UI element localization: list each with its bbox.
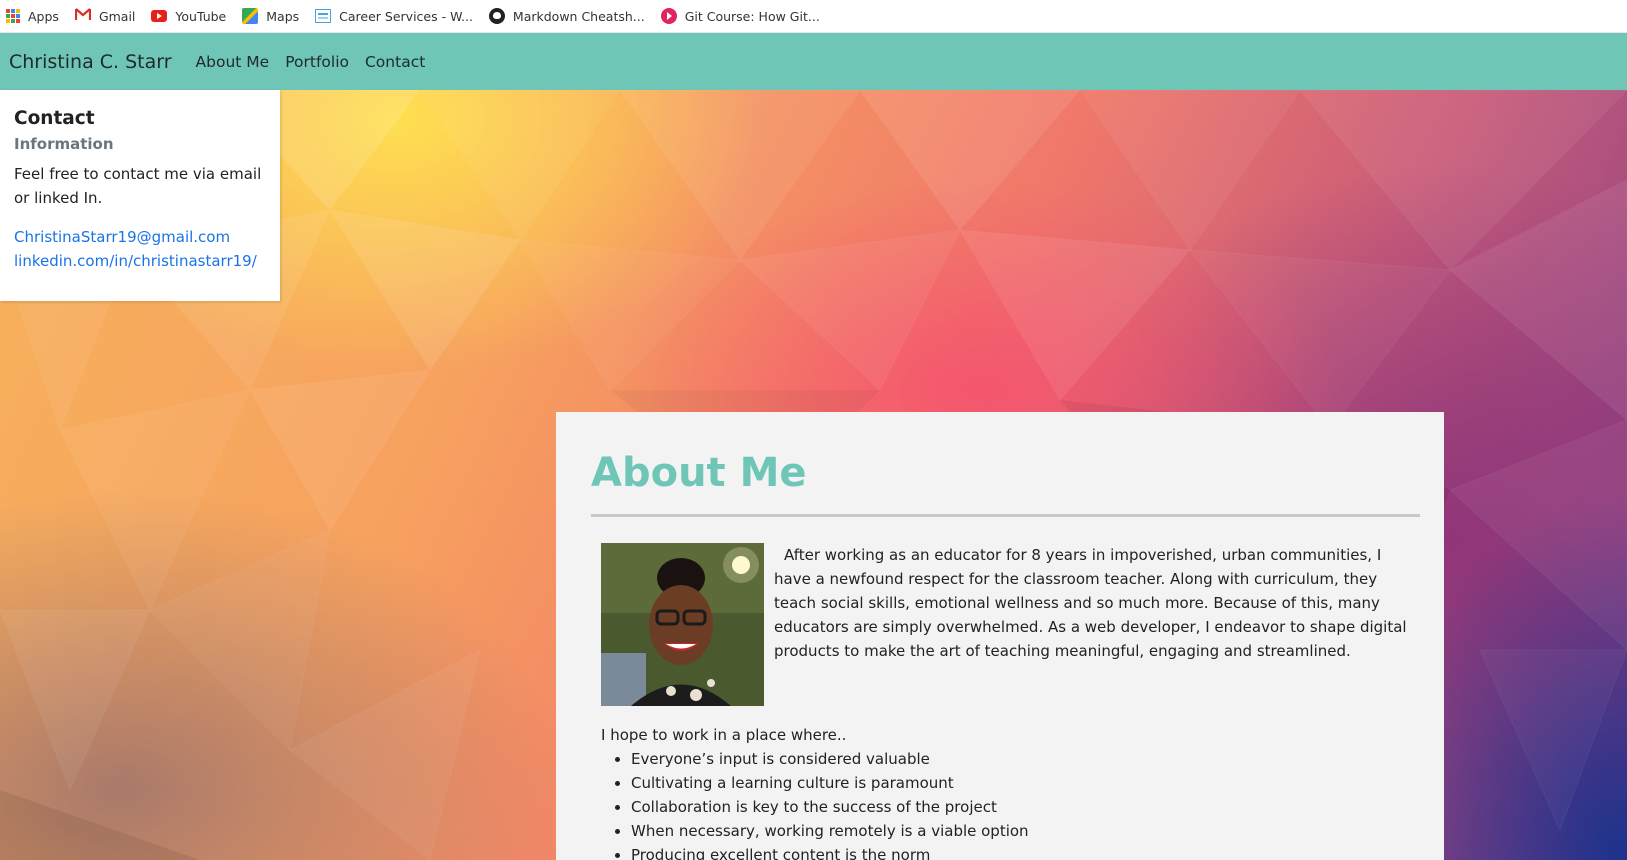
contact-heading: Contact xyxy=(14,108,95,129)
bookmark-youtube[interactable]: YouTube xyxy=(151,9,226,24)
hope-intro: I hope to work in a place where.. xyxy=(601,726,847,744)
contact-subheading: Information xyxy=(14,135,114,153)
bookmark-git-course[interactable]: Git Course: How Git... xyxy=(660,8,820,24)
about-heading: About Me xyxy=(591,450,807,496)
career-services-icon xyxy=(315,9,332,23)
bookmark-markdown-cheatsheet[interactable]: Markdown Cheatsh... xyxy=(488,8,645,24)
about-body: After working as an educator for 8 years… xyxy=(591,543,1420,860)
maps-icon xyxy=(242,8,259,24)
git-course-icon xyxy=(660,8,677,24)
gmail-icon xyxy=(74,8,92,24)
contact-card: Contact Information Feel free to contact… xyxy=(0,90,280,301)
nav-contact[interactable]: Contact xyxy=(365,53,425,71)
contact-text: Feel free to contact me via email or lin… xyxy=(14,165,262,207)
bookmark-label: Maps xyxy=(266,8,300,24)
bookmark-label: Career Services - W... xyxy=(339,8,473,24)
bookmark-label: Git Course: How Git... xyxy=(684,8,820,24)
brand-link[interactable]: Christina C. Starr xyxy=(9,51,172,73)
list-item: When necessary, working remotely is a vi… xyxy=(631,819,1420,843)
bookmark-label: Apps xyxy=(28,8,59,24)
bookmark-gmail[interactable]: Gmail xyxy=(74,8,136,24)
nav-portfolio[interactable]: Portfolio xyxy=(285,53,349,71)
apps-grid-icon xyxy=(6,9,20,23)
heading-divider xyxy=(591,514,1420,517)
bookmark-maps[interactable]: Maps xyxy=(242,8,299,24)
bookmark-apps[interactable]: Apps xyxy=(6,9,59,24)
list-item: Collaboration is key to the success of t… xyxy=(631,795,1420,819)
list-item: Producing excellent content is the norm xyxy=(631,843,1420,860)
github-icon xyxy=(488,8,505,24)
about-paragraph: After working as an educator for 8 years… xyxy=(774,546,1407,660)
list-item: Cultivating a learning culture is paramo… xyxy=(631,771,1420,795)
bookmark-label: Markdown Cheatsh... xyxy=(512,8,645,24)
bookmark-label: YouTube xyxy=(175,8,227,24)
bookmark-career-services[interactable]: Career Services - W... xyxy=(315,9,473,24)
values-list: Everyone’s input is considered valuable … xyxy=(631,747,1420,860)
nav-about-me[interactable]: About Me xyxy=(196,53,270,71)
bookmarks-bar: Apps Gmail YouTube Maps Career Services … xyxy=(0,0,1627,33)
email-link[interactable]: ChristinaStarr19@gmail.com xyxy=(14,225,266,249)
youtube-icon xyxy=(151,10,168,22)
bookmark-label: Gmail xyxy=(98,8,136,24)
site-navbar: Christina C. Starr About Me Portfolio Co… xyxy=(0,33,1627,90)
list-item: Everyone’s input is considered valuable xyxy=(631,747,1420,771)
profile-photo xyxy=(601,543,764,706)
linkedin-link[interactable]: linkedin.com/in/christinastarr19/ xyxy=(14,249,266,273)
about-card: About Me After working as an educator fo… xyxy=(556,412,1444,860)
